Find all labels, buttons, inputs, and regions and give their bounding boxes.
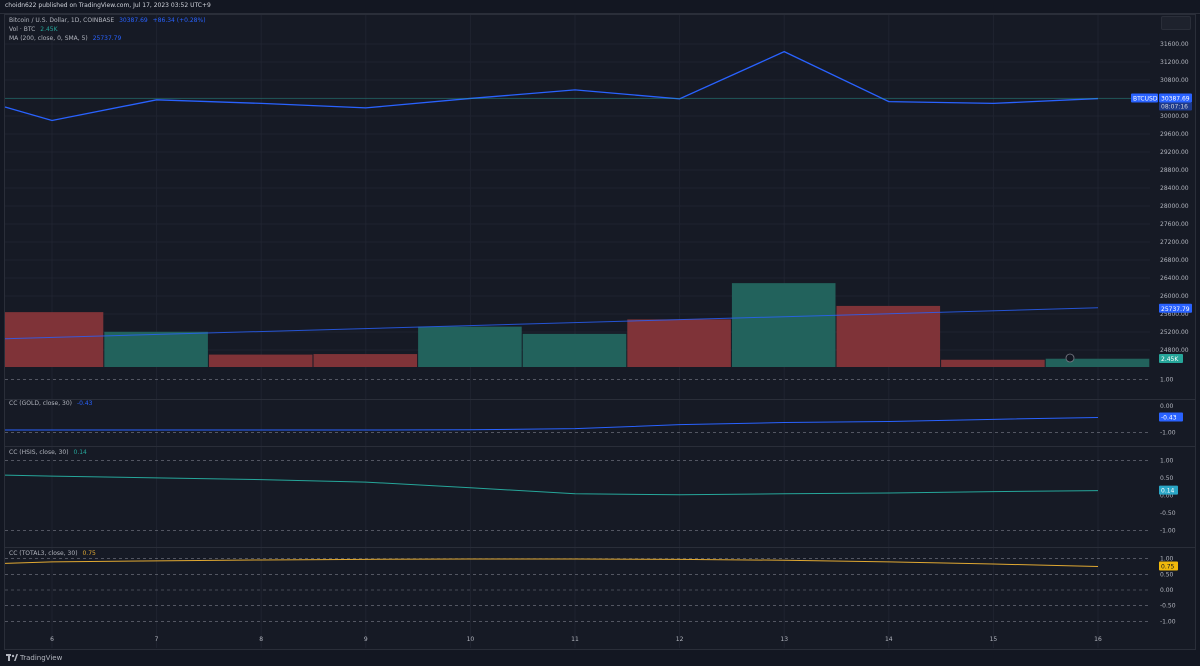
footer: TradingView <box>0 650 1200 666</box>
cc2-y-tick-label: 0.50 <box>1160 475 1174 482</box>
y-tick-label: 30800.00 <box>1160 77 1189 84</box>
x-tick-label: 14 <box>885 636 893 643</box>
x-tick-label: 13 <box>780 636 788 643</box>
tradingview-logo-icon <box>6 654 18 661</box>
grid-layer <box>5 15 1150 648</box>
cc1-tag: -0.43 <box>1161 414 1177 421</box>
y-tick-label: 25200.00 <box>1160 329 1189 336</box>
x-tick-label: 6 <box>50 636 54 643</box>
cc3-y-tick-label: 0.50 <box>1160 571 1174 578</box>
cc1-legend-value: -0.43 <box>76 400 93 407</box>
volume-bar <box>627 319 731 367</box>
vol-legend-title: Vol · BTC <box>9 26 36 33</box>
y-tick-label: 24800.00 <box>1160 347 1189 354</box>
main-legend-title: Bitcoin / U.S. Dollar, 1D, COINBASE <box>9 17 115 24</box>
volume-bar <box>941 359 1045 367</box>
series-lines <box>4 50 1150 568</box>
y-tick-label: 28800.00 <box>1160 167 1189 174</box>
x-tick-label: 15 <box>990 636 998 643</box>
symbol-tag: BTCUSD <box>1133 96 1158 103</box>
vol-tag: 2.45K <box>1161 356 1179 363</box>
y-tick-label: 26800.00 <box>1160 257 1189 264</box>
y-tick-label: 30000.00 <box>1160 113 1189 120</box>
pane-separator-2[interactable] <box>5 446 1195 447</box>
y-tick-label: 27200.00 <box>1160 239 1189 246</box>
volume-bar <box>418 326 522 367</box>
pane-separator-1[interactable] <box>5 399 1195 400</box>
y-tick-label: 29200.00 <box>1160 149 1189 156</box>
volume-bar <box>731 283 836 367</box>
volume-bar <box>522 333 627 367</box>
x-tick-label: 7 <box>155 636 159 643</box>
cc3-legend-value: 0.75 <box>82 550 96 557</box>
cc2-legend-value: 0.14 <box>73 449 87 456</box>
countdown-tag: 08:07:16 <box>1161 104 1188 111</box>
y-tick-label: 26400.00 <box>1160 275 1189 282</box>
cc3-tag: 0.75 <box>1161 564 1175 571</box>
cc2-legend-title: CC (HSIS, close, 30) <box>9 449 69 456</box>
y-tick-label: 28400.00 <box>1160 185 1189 192</box>
x-tick-label: 8 <box>259 636 263 643</box>
y-tick-label: 28000.00 <box>1160 203 1189 210</box>
cc1-y-tick-label: -1.00 <box>1160 430 1176 437</box>
volume-bar <box>5 312 104 367</box>
cc3-legend-title: CC (TOTAL3, close, 30) <box>9 550 78 557</box>
x-tick-label: 16 <box>1094 636 1102 643</box>
y-tick-label: 31200.00 <box>1160 59 1189 66</box>
cc2-y-tick-label: 1.00 <box>1160 457 1174 464</box>
cc2-line <box>4 474 1099 496</box>
cc3-line <box>4 558 1099 568</box>
chart-canvas[interactable]: 31600.0031200.0030800.0030400.0030000.00… <box>0 0 1200 666</box>
cc3-legend[interactable]: CC (TOTAL3, close, 30) 0.75 <box>9 550 96 558</box>
cc1-legend-title: CC (GOLD, close, 30) <box>9 400 73 407</box>
y-tick-label: 27600.00 <box>1160 221 1189 228</box>
y-tick-label: 29600.00 <box>1160 131 1189 138</box>
y-tick-label: 26000.00 <box>1160 293 1189 300</box>
main-legend[interactable]: Bitcoin / U.S. Dollar, 1D, COINBASE 3038… <box>9 17 206 25</box>
cc3-y-tick-label: -0.50 <box>1160 603 1176 610</box>
x-tick-label: 12 <box>676 636 684 643</box>
ma-legend-title: MA (200, close, 0, SMA, 5) <box>9 35 88 42</box>
cc3-y-tick-label: 0.00 <box>1160 587 1174 594</box>
cc2-y-tick-label: -0.50 <box>1160 510 1176 517</box>
x-tick-label: 9 <box>364 636 368 643</box>
chart-settings-button[interactable] <box>1161 16 1191 30</box>
main-legend-price: 30387.69 <box>119 17 148 24</box>
main-legend-change: +86.34 (+0.28%) <box>152 17 206 24</box>
footer-brand: TradingView <box>20 654 63 662</box>
y-tick-label: 31600.00 <box>1160 41 1189 48</box>
ma-legend[interactable]: MA (200, close, 0, SMA, 5) 25737.79 <box>9 35 121 43</box>
price-tag: 30387.69 <box>1161 96 1190 103</box>
volume-bar <box>313 354 418 367</box>
x-tick-label: 10 <box>467 636 475 643</box>
cc3-y-tick-label: -1.00 <box>1160 618 1176 625</box>
vol-legend-value: 2.45K <box>40 26 58 33</box>
cc2-y-tick-label: -1.00 <box>1160 528 1176 535</box>
volume-bar <box>104 331 208 367</box>
cc1-y-tick-label: 1.00 <box>1160 376 1174 383</box>
cc1-legend[interactable]: CC (GOLD, close, 30) -0.43 <box>9 400 92 408</box>
event-marker-icon <box>1065 353 1075 363</box>
volume-bar <box>1045 358 1150 367</box>
cc1-y-tick-label: 0.00 <box>1160 403 1174 410</box>
cc2-legend[interactable]: CC (HSIS, close, 30) 0.14 <box>9 449 87 457</box>
ma-legend-value: 25737.79 <box>92 35 122 42</box>
cc1-line <box>5 416 1099 431</box>
volume-bar <box>208 354 313 367</box>
vol-legend[interactable]: Vol · BTC 2.45K <box>9 26 58 34</box>
pane-separator-3[interactable] <box>5 547 1195 548</box>
ma-tag: 25737.79 <box>1161 306 1190 313</box>
x-tick-label: 11 <box>571 636 579 643</box>
cc2-tag: 0.14 <box>1161 488 1175 495</box>
